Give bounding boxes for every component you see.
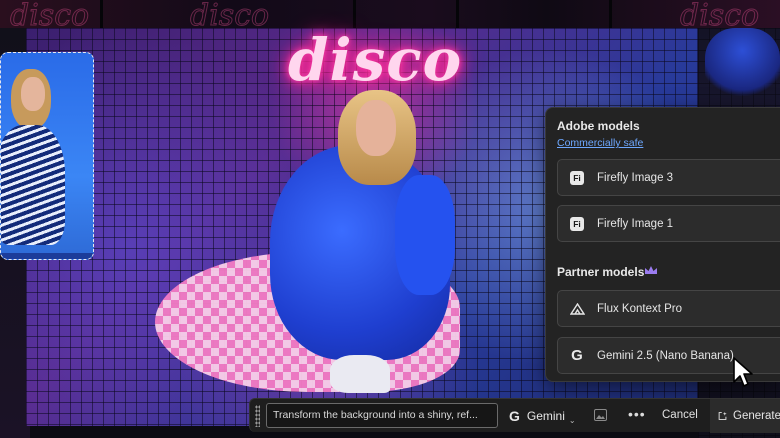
- strip-tile: [459, 0, 612, 28]
- firefly-icon: Fi: [569, 216, 585, 232]
- neon-sign: disco: [288, 26, 463, 94]
- google-icon: G: [509, 408, 520, 424]
- reference-image-icon[interactable]: [594, 409, 607, 421]
- chevron-down-icon: ⌄: [568, 415, 576, 425]
- crown-icon: [645, 266, 657, 274]
- generate-icon: [718, 411, 727, 420]
- white-boot: [330, 355, 390, 393]
- menu-item-label: Firefly Image 3: [597, 171, 674, 184]
- cancel-button[interactable]: Cancel: [662, 409, 698, 421]
- menu-item-label: Gemini 2.5 (Nano Banana): [597, 349, 734, 362]
- more-options-icon[interactable]: •••: [628, 406, 646, 422]
- generate-button[interactable]: Generate: [710, 399, 780, 433]
- strip-tile: [356, 0, 459, 28]
- partner-models-heading: Partner models: [557, 265, 645, 279]
- menu-item-flux-kontext-pro[interactable]: Flux Kontext Pro: [557, 290, 780, 327]
- prompt-toolbar: Transform the background into a shiny, r…: [249, 398, 780, 433]
- commercially-safe-link[interactable]: Commercially safe: [557, 137, 643, 149]
- background-figure: [705, 28, 780, 104]
- reference-image-thumbnail[interactable]: [0, 52, 94, 260]
- mouse-cursor-icon: [733, 357, 753, 387]
- coat-sleeve: [395, 175, 455, 295]
- drag-handle-icon[interactable]: [255, 405, 260, 427]
- menu-item-label: Flux Kontext Pro: [597, 302, 683, 315]
- model-selector[interactable]: G Gemini ⌄: [509, 399, 576, 433]
- flux-icon: [569, 301, 585, 317]
- model-selector-label: Gemini: [526, 409, 565, 423]
- subject-face: [356, 100, 396, 156]
- prompt-input[interactable]: Transform the background into a shiny, r…: [266, 403, 498, 428]
- model-dropdown-menu: Adobe models Commercially safe Fi Firefl…: [545, 107, 780, 382]
- canvas-stage: disco disco disco disco Adobe models Com…: [0, 0, 780, 438]
- adobe-models-heading: Adobe models: [557, 119, 640, 133]
- menu-item-firefly-image-1[interactable]: Fi Firefly Image 1: [557, 205, 780, 242]
- firefly-icon: Fi: [569, 170, 585, 186]
- menu-item-label: Firefly Image 1: [597, 217, 674, 230]
- menu-item-firefly-image-3[interactable]: Fi Firefly Image 3: [557, 159, 780, 196]
- top-thumbnail-strip: disco disco disco: [0, 0, 780, 34]
- google-icon: G: [571, 347, 583, 364]
- generate-label: Generate: [733, 410, 780, 422]
